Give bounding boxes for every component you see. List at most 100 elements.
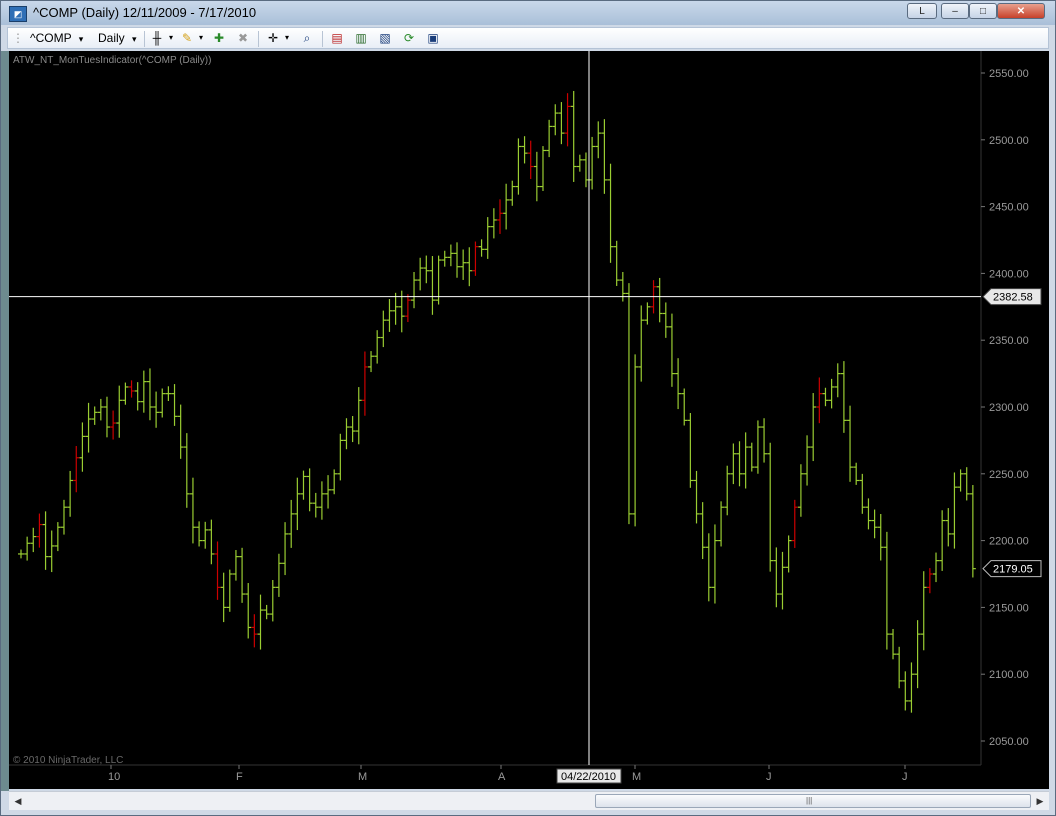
price-bar [183, 433, 190, 508]
price-bar [288, 499, 295, 548]
price-bar [515, 138, 522, 195]
price-bar [85, 402, 92, 453]
price-bar [202, 521, 209, 549]
time-tick-label: F [236, 771, 243, 783]
price-tick-label: 2550.00 [989, 68, 1029, 80]
chart-trader-icon[interactable]: ▥ [354, 31, 368, 45]
zoom-icon[interactable]: ⌕ [300, 31, 314, 45]
price-bar [705, 533, 712, 602]
price-bar [711, 524, 718, 604]
crosshair-icon[interactable]: ✛ [266, 31, 280, 45]
link-button[interactable]: L [907, 3, 937, 19]
price-bar [404, 294, 411, 323]
price-bar [42, 511, 49, 570]
crosshair-price-label: 2382.58 [993, 292, 1033, 304]
price-bar [73, 446, 80, 493]
price-bar [779, 551, 786, 610]
price-bar [79, 422, 86, 472]
price-bar [564, 93, 571, 147]
scroll-right-icon[interactable]: ▶ [1033, 794, 1047, 808]
price-bar [282, 522, 289, 576]
price-bar [36, 513, 43, 548]
price-bar [196, 521, 203, 547]
price-bar [865, 498, 872, 530]
price-bar [828, 378, 835, 409]
price-bar [300, 470, 307, 500]
toolbar-separator [144, 31, 145, 47]
instrument-selector[interactable]: ^COMP ▾ [30, 30, 83, 46]
refresh-icon[interactable]: ⟳ [402, 31, 416, 45]
price-bar [374, 330, 381, 364]
price-tick-label: 2050.00 [989, 736, 1029, 748]
price-bar [527, 140, 534, 180]
drawing-tool-dropdown-icon[interactable]: ▾ [194, 31, 208, 45]
time-tick-label: A [498, 771, 506, 783]
bar-style-icon[interactable]: ╫ [150, 31, 164, 45]
price-bar [576, 154, 583, 172]
price-bar [546, 119, 553, 158]
remove-indicator-icon[interactable]: ✖ [236, 31, 250, 45]
price-bar [490, 208, 497, 239]
price-tick-label: 2300.00 [989, 402, 1029, 414]
price-bar [355, 387, 362, 445]
price-bars [18, 90, 976, 713]
interval-selector[interactable]: Daily ▾ [98, 30, 137, 46]
crosshair-price-flag: 2382.58 [982, 288, 1042, 306]
minimize-button[interactable]: – [941, 3, 969, 19]
price-bar [312, 492, 319, 518]
price-bar [122, 382, 129, 405]
price-bar [214, 541, 221, 600]
price-bar [306, 468, 313, 512]
price-bar [816, 377, 823, 424]
price-bar [417, 257, 424, 291]
price-bar [91, 406, 98, 425]
instrument-dropdown-icon: ▾ [78, 34, 84, 44]
price-bar [454, 242, 461, 278]
last-price-flag: 2179.05 [982, 560, 1042, 578]
price-bar [859, 473, 866, 514]
price-bar [785, 535, 792, 573]
price-bar [189, 477, 196, 544]
price-bar [810, 393, 817, 462]
price-bar [30, 527, 37, 553]
price-bar [533, 151, 540, 202]
price-bar [890, 628, 897, 660]
data-box-icon[interactable]: ▧ [378, 31, 392, 45]
price-chart[interactable]: 2550.00 2500.00 2450.00 2400.00 2350.00 2300.… [9, 51, 1049, 789]
add-indicator-icon[interactable]: ✚ [212, 31, 226, 45]
price-bar [877, 514, 884, 561]
time-tick-label: J [766, 771, 772, 783]
price-bar [128, 380, 135, 398]
price-bar [589, 136, 596, 190]
time-tick-label: M [358, 771, 367, 783]
title-bar[interactable]: ◩ ^COMP (Daily) 12/11/2009 - 7/17/2010 L… [1, 1, 1055, 25]
drawing-tool-icon[interactable]: ✎ [180, 31, 194, 45]
scroll-thumb[interactable]: ||| [595, 794, 1031, 808]
price-bar [607, 163, 614, 263]
properties-icon[interactable]: ▣ [426, 31, 440, 45]
price-bar [423, 255, 430, 284]
strategies-icon[interactable]: ▤ [330, 31, 344, 45]
price-bar [110, 410, 117, 440]
toolbar-grip: ⋮ [12, 31, 24, 45]
price-bar [478, 239, 485, 257]
scroll-left-icon[interactable]: ◀ [11, 794, 25, 808]
crosshair-dropdown-icon[interactable]: ▾ [280, 31, 294, 45]
price-bar [951, 472, 958, 549]
maximize-button[interactable]: □ [969, 3, 997, 19]
price-bar [933, 552, 940, 583]
price-bar [718, 501, 725, 547]
indicator-label: ATW_NT_MonTuesIndicator(^COMP (Daily)) [13, 55, 211, 66]
chart-panel[interactable]: 2550.00 2500.00 2450.00 2400.00 2350.00 2300.… [9, 51, 1049, 789]
price-bar [908, 662, 915, 713]
price-bar [558, 102, 565, 145]
bar-style-dropdown-icon[interactable]: ▾ [164, 31, 178, 45]
price-bar [926, 568, 933, 594]
chart-toolbar: ⋮ ^COMP ▾ Daily ▾ ╫ ▾ ✎ ▾ ✚ ✖ ✛ ▾ ⌕ ▤ ▥ … [7, 27, 1049, 49]
price-bar [847, 405, 854, 482]
price-bar [472, 241, 479, 276]
horizontal-scrollbar[interactable]: ◀ ||| ▶ [9, 791, 1049, 810]
price-bar [134, 382, 141, 411]
price-bar [730, 443, 737, 485]
close-button[interactable]: ✕ [997, 3, 1045, 19]
